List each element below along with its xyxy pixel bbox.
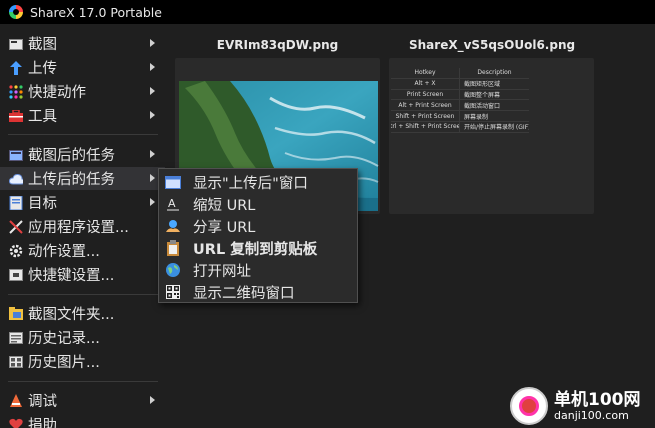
chevron-right-icon	[150, 87, 155, 95]
menu-separator	[8, 294, 158, 295]
capture-icon	[9, 37, 23, 51]
share-url-icon	[165, 218, 181, 234]
after-upload-cloud-icon	[9, 172, 23, 186]
menu-item-screenshots-folder[interactable]: 截图文件夹...	[0, 302, 165, 325]
open-url-globe-icon	[165, 262, 181, 278]
table-row: Print Screen 截图整个屏幕	[391, 89, 529, 101]
thumbnail-filename: EVRIm83qDW.png	[216, 38, 339, 52]
submenu-item-share-url[interactable]: 分享 URL	[159, 215, 357, 237]
chevron-right-icon	[150, 111, 155, 119]
image-history-icon	[9, 355, 23, 369]
copy-clipboard-icon	[165, 240, 181, 256]
menu-item-task-settings[interactable]: 动作设置...	[0, 239, 165, 262]
chevron-right-icon	[150, 174, 155, 182]
menu-item-donate[interactable]: 捐助	[0, 413, 165, 428]
chevron-right-icon	[150, 198, 155, 206]
thumbnail-filename: ShareX_vS5qsOUol6.png	[409, 38, 576, 52]
menu-item-debug[interactable]: 调试	[0, 389, 165, 412]
thumbnail-image-hotkey-table: Hotkey Description Alt + X 截图矩形区域 Print …	[391, 68, 529, 144]
menu-item-image-history[interactable]: 历史图片...	[0, 350, 165, 373]
screenshots-folder-icon	[9, 307, 23, 321]
app-settings-icon	[9, 219, 23, 234]
chevron-right-icon	[150, 63, 155, 71]
after-capture-icon	[9, 148, 23, 162]
submenu-item-show-qr-code[interactable]: 显示二维码窗口	[159, 281, 357, 303]
history-icon	[9, 331, 23, 345]
menu-item-tools[interactable]: 工具	[0, 104, 165, 127]
upload-arrow-icon	[9, 60, 23, 75]
after-upload-window-icon	[165, 174, 181, 190]
destination-icon	[9, 195, 23, 210]
svg-text:A: A	[168, 197, 176, 210]
task-settings-gear-icon	[9, 244, 23, 258]
menu-item-upload[interactable]: 上传	[0, 56, 165, 79]
title-bar: ShareX 17.0 Portable	[0, 0, 655, 24]
after-upload-tasks-submenu: 显示"上传后"窗口 A 缩短 URL 分享 URL URL 复制到剪贴板 打开网…	[158, 168, 358, 303]
table-row: Shift + Print Screen 屏幕录制	[391, 111, 529, 122]
window-title: ShareX 17.0 Portable	[30, 4, 162, 20]
menu-separator	[8, 381, 158, 382]
table-row: Ctrl + Shift + Print Screen 开始/停止屏幕录制 (G…	[391, 121, 529, 133]
menu-item-after-capture-tasks[interactable]: 截图后的任务	[0, 143, 165, 166]
chevron-right-icon	[150, 39, 155, 47]
submenu-item-copy-url-to-clipboard[interactable]: URL 复制到剪贴板	[159, 237, 357, 259]
chevron-right-icon	[150, 150, 155, 158]
menu-separator	[8, 134, 158, 135]
table-row: Alt + X 截图矩形区域	[391, 78, 529, 90]
submenu-item-show-after-upload-window[interactable]: 显示"上传后"窗口	[159, 171, 357, 193]
menu-item-workflows[interactable]: 快捷动作	[0, 80, 165, 103]
menu-item-hotkey-settings[interactable]: 快捷键设置...	[0, 263, 165, 286]
chevron-right-icon	[150, 396, 155, 404]
hotkey-keyboard-icon	[9, 268, 23, 282]
toolbox-icon	[9, 109, 23, 123]
debug-icon	[9, 393, 23, 408]
main-menu-sidebar: 截图 上传 快捷动作 工具 截图后的任务 上传后的任务 目标 应用程序设置...…	[0, 24, 165, 428]
menu-item-application-settings[interactable]: 应用程序设置...	[0, 215, 165, 238]
table-header-row: Hotkey Description	[391, 68, 529, 79]
menu-item-capture[interactable]: 截图	[0, 32, 165, 55]
watermark-logo-icon	[510, 387, 548, 425]
submenu-item-shorten-url[interactable]: A 缩短 URL	[159, 193, 357, 215]
menu-item-destinations[interactable]: 目标	[0, 191, 165, 214]
shorten-url-icon: A	[165, 196, 181, 212]
site-watermark: 单机100网 danji100.com	[506, 385, 655, 428]
submenu-item-open-url[interactable]: 打开网址	[159, 259, 357, 281]
table-row: Alt + Print Screen 截图活动窗口	[391, 100, 529, 112]
sharex-logo-icon	[9, 5, 23, 19]
menu-item-after-upload-tasks[interactable]: 上传后的任务	[0, 167, 165, 190]
donate-heart-icon	[9, 418, 23, 428]
workflow-dots-icon	[9, 84, 23, 99]
menu-item-history[interactable]: 历史记录...	[0, 326, 165, 349]
qr-code-icon	[165, 284, 181, 300]
